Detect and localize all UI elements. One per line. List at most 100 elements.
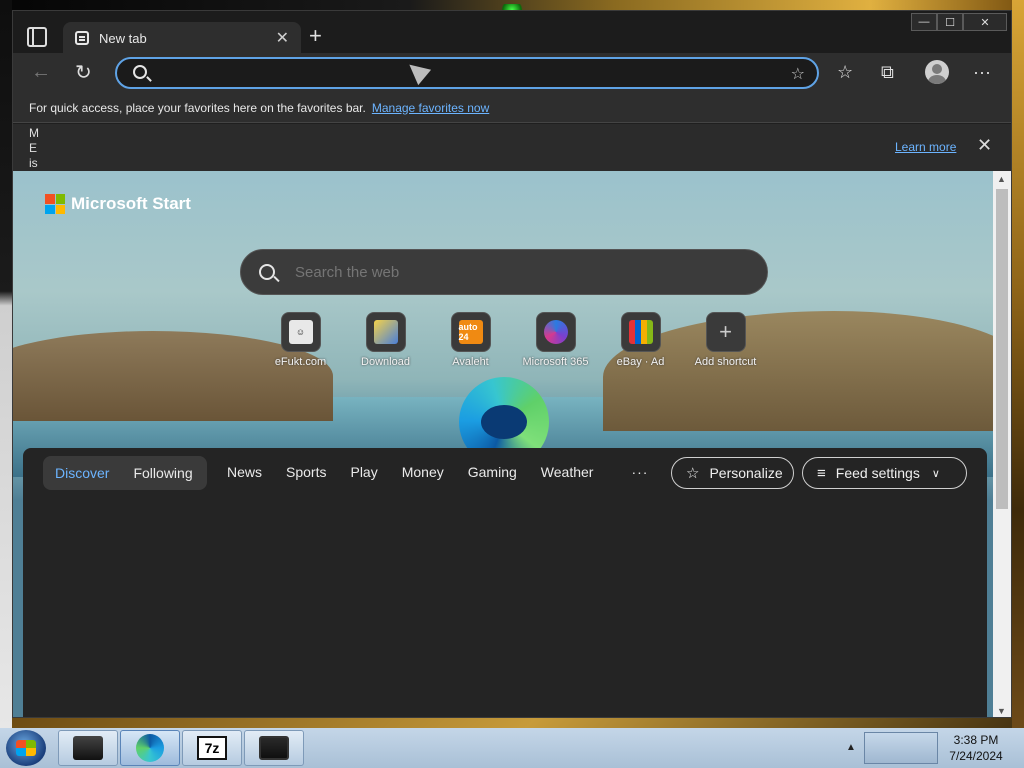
sparkle-icon: ☆	[686, 465, 700, 482]
page-scrollbar[interactable]: ▲ ▼	[993, 171, 1011, 717]
tab-new-tab[interactable]: New tab ✕	[63, 22, 301, 54]
shortcut-label: eFukt.com	[274, 356, 327, 368]
shortcut-label: Download	[361, 356, 410, 368]
shortcut-microsoft-365[interactable]: Microsoft 365	[513, 312, 598, 368]
minimize-button[interactable]: —	[911, 13, 937, 31]
browser-toolbar: ← ↻ ☆ ☆ ⧉ ···	[13, 53, 1011, 93]
close-tab-button[interactable]: ✕	[276, 28, 289, 48]
desktop-wallpaper-left	[0, 0, 12, 728]
shortcut-avaleht[interactable]: auto 24 Avaleht	[428, 312, 513, 368]
desktop-wallpaper-right	[1012, 0, 1024, 728]
feed-toggle: Discover Following	[43, 456, 207, 490]
scrollbar-thumb[interactable]	[996, 189, 1008, 509]
m365-logo-icon	[543, 320, 568, 344]
tab-weather[interactable]: Weather	[541, 464, 594, 480]
notification-bar: M E is Learn more ✕	[13, 124, 1011, 171]
web-search-box[interactable]	[240, 249, 768, 295]
taskbar: 7z ▲ 3:38 PM 7/24/2024	[0, 728, 1024, 768]
black-box-icon	[73, 736, 103, 760]
back-button[interactable]: ←	[31, 61, 51, 84]
taskbar-app-4[interactable]	[244, 730, 304, 766]
feed-nav: News Sports Play Money Gaming Weather ··…	[227, 464, 648, 480]
tab-discover[interactable]: Discover	[43, 465, 121, 481]
shortcut-label: Add shortcut	[694, 356, 757, 368]
web-search-input[interactable]	[295, 263, 715, 281]
shortcut-download[interactable]: Download	[343, 312, 428, 368]
new-tab-page-icon	[75, 31, 89, 45]
shortcut-tile	[620, 312, 661, 352]
shortcut-label: Microsoft 365	[522, 356, 589, 368]
taskbar-7zip[interactable]: 7z	[182, 730, 242, 766]
shortcut-tile: auto 24	[450, 312, 491, 352]
scroll-up-icon[interactable]: ▲	[997, 174, 1006, 184]
maximize-button[interactable]: ☐	[937, 13, 963, 31]
sliders-icon: ≡	[817, 464, 826, 482]
tab-following[interactable]: Following	[121, 465, 204, 481]
search-icon	[133, 65, 147, 79]
more-menu-icon[interactable]: ···	[973, 62, 991, 83]
edge-icon	[136, 734, 164, 762]
clock-date: 7/24/2024	[949, 749, 1003, 763]
favorites-icon[interactable]: ☆	[837, 62, 853, 83]
address-input[interactable]	[161, 63, 761, 85]
manage-favorites-link[interactable]: Manage favorites now	[372, 101, 489, 115]
auto24-icon: auto 24	[458, 320, 483, 344]
title-bar: New tab ✕ + — ☐ ✕	[13, 11, 1011, 54]
window-controls: — ☐ ✕	[911, 13, 1007, 31]
shortcut-tile	[365, 312, 406, 352]
monitor-icon	[259, 736, 289, 760]
taskbar-app-1[interactable]	[58, 730, 118, 766]
feed-settings-label: Feed settings	[835, 465, 920, 481]
shortcut-tile: +	[705, 312, 746, 352]
more-categories-button[interactable]: ···	[631, 464, 648, 480]
favorites-bar-message: For quick access, place your favorites h…	[29, 100, 366, 115]
personalize-button[interactable]: ☆ Personalize	[671, 457, 794, 489]
learn-more-link[interactable]: Learn more	[895, 140, 956, 154]
favorites-bar: For quick access, place your favorites h…	[13, 93, 1011, 123]
feed-settings-button[interactable]: ≡ Feed settings ∨	[802, 457, 967, 489]
address-bar[interactable]: ☆	[115, 57, 819, 89]
chevron-down-icon: ∨	[931, 467, 940, 480]
shortcut-efukt[interactable]: ☺ eFukt.com	[258, 312, 343, 368]
tab-sports[interactable]: Sports	[286, 464, 326, 480]
close-notification-button[interactable]: ✕	[977, 135, 992, 156]
close-window-button[interactable]: ✕	[963, 13, 1007, 31]
face-thumbnail-icon: ☺	[288, 320, 313, 344]
7zip-icon: 7z	[197, 736, 227, 760]
personalize-label: Personalize	[709, 465, 783, 481]
show-hidden-icons-button[interactable]: ▲	[846, 742, 856, 753]
collections-icon[interactable]: ⧉	[881, 62, 894, 83]
refresh-button[interactable]: ↻	[75, 60, 92, 85]
new-tab-button[interactable]: +	[309, 25, 322, 47]
shortcut-label: Avaleht	[452, 356, 489, 368]
notification-area: ▲ 3:38 PM 7/24/2024	[840, 728, 1024, 768]
microsoft-start-logo[interactable]: Microsoft Start	[45, 194, 191, 214]
tab-money[interactable]: Money	[402, 464, 444, 480]
add-shortcut-button[interactable]: + Add shortcut	[683, 312, 768, 368]
browser-window: New tab ✕ + — ☐ ✕ ← ↻ ☆ ☆ ⧉ ··· For quic…	[12, 10, 1012, 718]
clock[interactable]: 3:38 PM 7/24/2024	[940, 732, 1012, 764]
start-button[interactable]	[6, 730, 46, 766]
microsoft-start-title: Microsoft Start	[71, 194, 191, 213]
profile-avatar[interactable]	[925, 60, 949, 84]
scroll-down-icon[interactable]: ▼	[997, 706, 1006, 716]
tab-gaming[interactable]: Gaming	[468, 464, 517, 480]
news-feed: Discover Following News Sports Play Mone…	[23, 448, 987, 717]
tray-app-button[interactable]	[864, 732, 938, 764]
shortcut-ebay[interactable]: eBay · Ad	[598, 312, 683, 368]
microsoft-logo-icon	[45, 194, 65, 214]
taskbar-edge[interactable]	[120, 730, 180, 766]
download-thumbnail-icon	[373, 320, 398, 344]
shortcut-tile: ☺	[280, 312, 321, 352]
tab-play[interactable]: Play	[350, 464, 377, 480]
shortcuts-row: ☺ eFukt.com Download auto 24 Avaleht Mic…	[258, 312, 768, 368]
clock-time: 3:38 PM	[953, 733, 999, 747]
new-tab-page: Microsoft Start ☺ eFukt.com Download	[13, 171, 993, 717]
tab-title: New tab	[99, 30, 147, 46]
search-icon	[259, 264, 275, 280]
notification-text: M E is	[29, 126, 39, 170]
tab-news[interactable]: News	[227, 464, 262, 480]
shortcut-label: eBay · Ad	[616, 356, 665, 368]
add-favorite-icon[interactable]: ☆	[791, 64, 805, 84]
tab-actions-icon[interactable]	[27, 27, 47, 47]
